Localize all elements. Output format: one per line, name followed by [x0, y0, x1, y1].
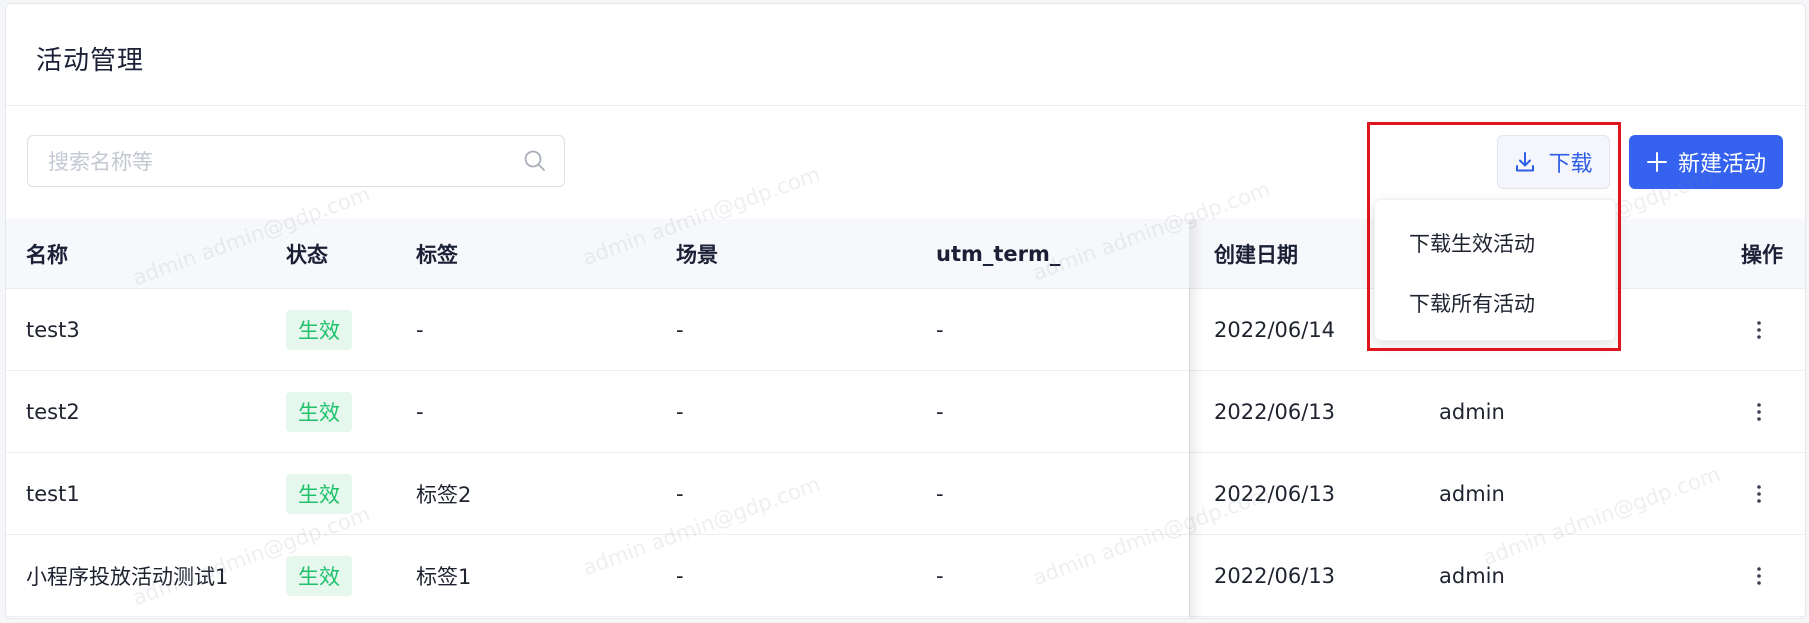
cell-name: test1 — [26, 481, 80, 506]
status-badge: 生效 — [286, 555, 352, 596]
cell-created-date: 2022/06/14 — [1214, 317, 1336, 342]
search-input[interactable] — [46, 136, 510, 188]
cell-name: test3 — [26, 317, 80, 342]
cell-name: 小程序投放活动测试1 — [26, 564, 229, 589]
menu-item-download-active[interactable]: 下载生效活动 — [1409, 228, 1535, 258]
more-options-icon[interactable] — [1754, 453, 1764, 534]
menu-item-download-all[interactable]: 下载所有活动 — [1409, 288, 1535, 318]
header-name: 名称 — [26, 242, 68, 267]
cell-creator: admin — [1439, 399, 1505, 424]
download-button-label: 下载 — [1548, 152, 1593, 177]
cell-tag: - — [416, 317, 424, 342]
header-scene: 场景 — [676, 242, 718, 267]
new-activity-label: 新建活动 — [1677, 152, 1766, 177]
status-badge: 生效 — [286, 309, 352, 350]
header-utm-term: utm_term_ — [936, 241, 1061, 266]
cell-created-date: 2022/06/13 — [1214, 563, 1336, 588]
cell-name: test2 — [26, 399, 80, 424]
table-row[interactable]: 小程序投放活动测试1 生效 标签1 - - 2022/06/13 admin — [6, 535, 1805, 617]
download-icon — [1516, 152, 1535, 172]
more-options-icon[interactable] — [1754, 371, 1764, 452]
more-options-icon[interactable] — [1754, 535, 1764, 616]
cell-creator: admin — [1439, 563, 1505, 588]
status-badge: 生效 — [286, 473, 352, 514]
page-title: 活动管理 — [36, 46, 145, 76]
cell-creator: admin — [1439, 481, 1505, 506]
header-status: 状态 — [286, 242, 328, 267]
table-row[interactable]: test2 生效 - - - 2022/06/13 admin — [6, 371, 1805, 453]
cell-created-date: 2022/06/13 — [1214, 399, 1336, 424]
search-icon[interactable] — [522, 148, 548, 174]
cell-utm-term: - — [936, 399, 944, 424]
cell-created-date: 2022/06/13 — [1214, 481, 1336, 506]
header-actions: 操作 — [1741, 242, 1783, 267]
cell-scene: - — [676, 399, 684, 424]
cell-scene: - — [676, 481, 684, 506]
activity-management-card: 活动管理 下载 新建活动 名称 状态 标签 场景 utm_term_ 创建日期 — [5, 3, 1806, 619]
search-box[interactable] — [27, 135, 565, 188]
cell-tag: 标签2 — [416, 482, 472, 507]
cell-tag: 标签1 — [416, 564, 472, 589]
header-tag: 标签 — [416, 242, 458, 267]
download-button[interactable]: 下载 — [1497, 135, 1610, 189]
cell-utm-term: - — [936, 563, 944, 588]
more-options-icon[interactable] — [1754, 289, 1764, 370]
cell-utm-term: - — [936, 317, 944, 342]
title-divider — [6, 105, 1805, 106]
table-row[interactable]: test1 生效 标签2 - - 2022/06/13 admin — [6, 453, 1805, 535]
new-activity-button[interactable]: 新建活动 — [1629, 135, 1783, 189]
cell-scene: - — [676, 317, 684, 342]
cell-scene: - — [676, 563, 684, 588]
cell-utm-term: - — [936, 481, 944, 506]
download-dropdown-menu: 下载生效活动 下载所有活动 — [1374, 199, 1616, 341]
plus-icon — [1646, 152, 1667, 172]
cell-tag: - — [416, 399, 424, 424]
status-badge: 生效 — [286, 391, 352, 432]
